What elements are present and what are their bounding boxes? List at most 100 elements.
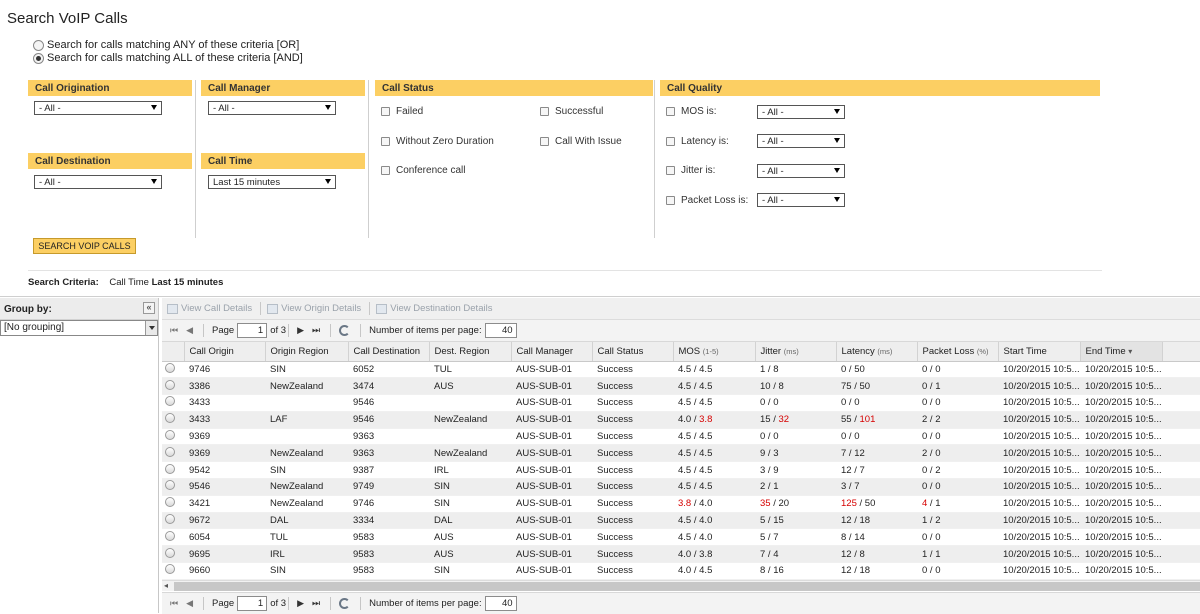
table-row[interactable]: 9542 SIN 9387 IRL AUS-SUB-01 Success 4.5 / 4.5…: [162, 461, 1200, 480]
call-destination-select[interactable]: - All -: [34, 175, 162, 189]
next-page-icon[interactable]: ▶: [297, 598, 304, 609]
row-select-radio[interactable]: [165, 379, 175, 390]
column-header-latency[interactable]: Latency (ms): [836, 342, 918, 362]
quality-mos-option[interactable]: MOS is:: [666, 106, 717, 117]
column-header-dest-region[interactable]: Dest. Region: [429, 342, 512, 362]
table-row[interactable]: 3433 9546 AUS-SUB-01 Success 4.5 / 4.5 0 / 00…: [162, 394, 1200, 412]
column-header-end-time[interactable]: End Time ▾: [1080, 342, 1163, 362]
column-header-call-destination[interactable]: Call Destination: [348, 342, 430, 362]
status-without-zero-option[interactable]: Without Zero Duration: [381, 136, 494, 147]
quality-jitter-select[interactable]: - All -: [757, 164, 845, 178]
search-voip-calls-button[interactable]: SEARCH VOIP CALLS: [33, 238, 136, 254]
row-select-radio[interactable]: [165, 480, 175, 491]
table-row[interactable]: 3433 LAF 9546 NewZealand AUS-SUB-01 Success 4.…: [162, 411, 1200, 429]
quality-latency-checkbox[interactable]: [666, 137, 675, 146]
table-row[interactable]: 9746 SIN 6052 TUL AUS-SUB-01 Success 4.5 / 4.5…: [162, 361, 1200, 379]
column-header-origin-region[interactable]: Origin Region: [265, 342, 349, 362]
last-page-icon[interactable]: ⏭: [312, 598, 320, 609]
match-all-option[interactable]: Search for calls matching ALL of these c…: [33, 52, 303, 64]
refresh-icon[interactable]: [339, 325, 351, 336]
quality-mos-select[interactable]: - All -: [757, 105, 845, 119]
row-select-cell[interactable]: [162, 495, 184, 513]
status-failed-option[interactable]: Failed: [381, 106, 423, 117]
quality-jitter-option[interactable]: Jitter is:: [666, 165, 715, 176]
first-page-icon[interactable]: ⏮: [170, 598, 178, 609]
prev-page-icon[interactable]: ◀: [186, 325, 193, 336]
row-select-radio[interactable]: [165, 430, 175, 441]
table-row[interactable]: 9369 9363 AUS-SUB-01 Success 4.5 / 4.5 0 / 00…: [162, 428, 1200, 446]
row-select-cell[interactable]: [162, 411, 184, 429]
call-origination-select[interactable]: - All -: [34, 101, 162, 115]
row-select-cell[interactable]: [162, 444, 184, 463]
items-per-page-input[interactable]: 40: [484, 596, 517, 611]
row-select-radio[interactable]: [165, 497, 175, 508]
quality-jitter-checkbox[interactable]: [666, 166, 675, 175]
first-page-icon[interactable]: ⏮: [170, 325, 178, 336]
match-any-radio[interactable]: [33, 39, 44, 51]
column-header-call-origin[interactable]: Call Origin: [184, 342, 266, 362]
scrollbar-thumb[interactable]: [174, 582, 1200, 591]
status-successful-option[interactable]: Successful: [540, 106, 603, 117]
prev-page-icon[interactable]: ◀: [186, 598, 193, 609]
quality-mos-checkbox[interactable]: [666, 107, 675, 116]
next-page-icon[interactable]: ▶: [297, 325, 304, 336]
group-by-select[interactable]: [No grouping]: [0, 320, 158, 336]
column-header-packet-loss[interactable]: Packet Loss (%): [917, 342, 999, 362]
status-conference-checkbox[interactable]: [381, 166, 390, 175]
column-header-mos[interactable]: MOS (1-5): [673, 342, 756, 362]
column-header-call-status[interactable]: Call Status: [592, 342, 674, 362]
row-select-cell[interactable]: [162, 461, 184, 480]
row-select-radio[interactable]: [165, 463, 175, 474]
quality-packet-loss-option[interactable]: Packet Loss is:: [666, 195, 748, 206]
table-row[interactable]: 3421 NewZealand 9746 SIN AUS-SUB-01 Success 3.…: [162, 495, 1200, 513]
row-select-radio[interactable]: [165, 446, 175, 457]
quality-packet-loss-select[interactable]: - All -: [757, 193, 845, 207]
last-page-icon[interactable]: ⏭: [312, 325, 320, 336]
table-row[interactable]: 9369 NewZealand 9363 NewZealand AUS-SUB-01 Su…: [162, 444, 1200, 463]
page-number-input[interactable]: 1: [237, 596, 268, 611]
table-row[interactable]: 9660 SIN 9583 SIN AUS-SUB-01 Success 4.0 / 4.5…: [162, 562, 1200, 580]
call-manager-select[interactable]: - All -: [208, 101, 336, 115]
status-with-issue-checkbox[interactable]: [540, 137, 549, 146]
quality-latency-select[interactable]: - All -: [757, 134, 845, 148]
row-select-radio[interactable]: [165, 547, 175, 558]
table-row[interactable]: 9695 IRL 9583 AUS AUS-SUB-01 Success 4.0 / 3.8…: [162, 545, 1200, 564]
row-select-radio[interactable]: [165, 514, 175, 525]
status-successful-checkbox[interactable]: [540, 107, 549, 116]
row-select-radio[interactable]: [165, 362, 175, 373]
column-header-call-manager[interactable]: Call Manager: [511, 342, 593, 362]
row-select-radio[interactable]: [165, 413, 175, 424]
match-any-option[interactable]: Search for calls matching ANY of these c…: [33, 39, 299, 51]
table-row[interactable]: 9546 NewZealand 9749 SIN AUS-SUB-01 Success 4.…: [162, 478, 1200, 496]
items-per-page-input[interactable]: 40: [484, 323, 517, 338]
row-select-radio[interactable]: [165, 530, 175, 541]
quality-packet-loss-checkbox[interactable]: [666, 196, 675, 205]
row-select-cell[interactable]: [162, 562, 184, 580]
row-select-radio[interactable]: [165, 564, 175, 575]
view-destination-details-button[interactable]: View Destination Details: [376, 303, 492, 314]
quality-latency-option[interactable]: Latency is:: [666, 136, 729, 147]
table-row[interactable]: 3386 NewZealand 3474 AUS AUS-SUB-01 Success 4.…: [162, 377, 1200, 396]
table-row[interactable]: 9672 DAL 3334 DAL AUS-SUB-01 Success 4.5 / 4.0…: [162, 512, 1200, 530]
column-header-start-time[interactable]: Start Time: [998, 342, 1081, 362]
horizontal-scrollbar[interactable]: ◂: [162, 580, 1200, 591]
row-select-cell[interactable]: [162, 428, 184, 446]
call-time-select[interactable]: Last 15 minutes: [208, 175, 336, 189]
status-failed-checkbox[interactable]: [381, 107, 390, 116]
column-header-jitter[interactable]: Jitter (ms): [755, 342, 837, 362]
row-select-cell[interactable]: [162, 512, 184, 530]
view-origin-details-button[interactable]: View Origin Details: [267, 303, 361, 314]
status-with-issue-option[interactable]: Call With Issue: [540, 136, 622, 147]
row-select-cell[interactable]: [162, 377, 184, 396]
scroll-left-icon[interactable]: ◂: [164, 581, 168, 590]
page-number-input[interactable]: 1: [237, 323, 268, 338]
status-conference-option[interactable]: Conference call: [381, 165, 465, 176]
row-select-cell[interactable]: [162, 394, 184, 412]
row-select-radio[interactable]: [165, 396, 175, 407]
match-all-radio[interactable]: [33, 52, 44, 64]
row-select-cell[interactable]: [162, 528, 184, 547]
refresh-icon[interactable]: [339, 598, 351, 609]
row-select-cell[interactable]: [162, 545, 184, 564]
status-without-zero-checkbox[interactable]: [381, 137, 390, 146]
row-select-cell[interactable]: [162, 361, 184, 379]
